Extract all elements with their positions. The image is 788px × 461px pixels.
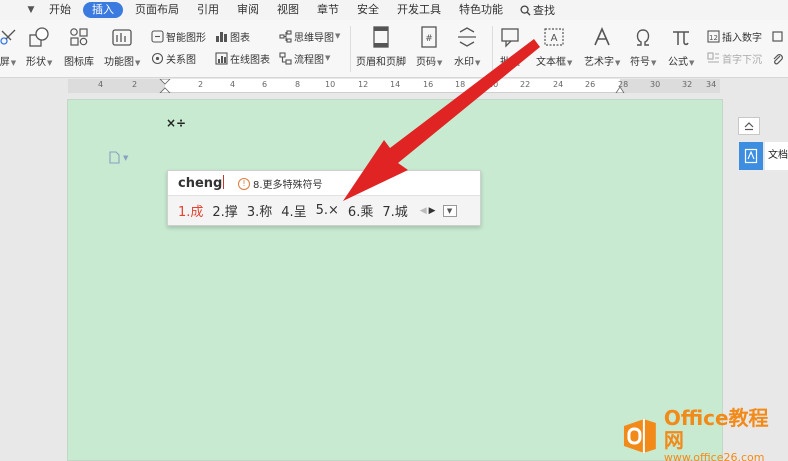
document-panel-button[interactable]	[739, 142, 763, 170]
logo-title: Office教程网	[663, 406, 769, 452]
logo-url: www.office26.com	[663, 451, 765, 461]
document-panel-label: 文档	[765, 142, 788, 170]
collapse-panel-button[interactable]	[738, 117, 760, 135]
collapse-icon	[744, 122, 754, 131]
document-panel-icon	[744, 148, 758, 164]
site-watermark-logo: Office教程网 www.office26.com	[620, 407, 788, 461]
office-logo-icon	[623, 418, 656, 453]
annotation-arrow-icon	[343, 39, 540, 201]
